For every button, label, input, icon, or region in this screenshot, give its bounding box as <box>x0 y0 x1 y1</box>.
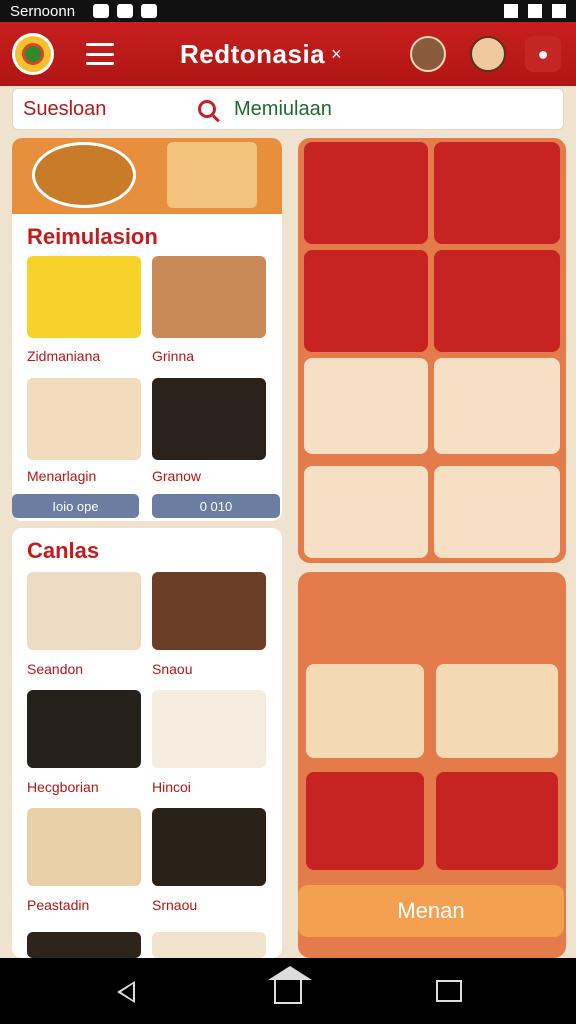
food-image[interactable] <box>152 378 266 460</box>
grid-cell[interactable] <box>304 466 428 558</box>
grid-cell[interactable] <box>434 142 560 244</box>
app-bar: Redtonasia × ● <box>0 22 576 86</box>
title-close-icon[interactable]: × <box>331 44 342 65</box>
price-button[interactable]: Ioio ope <box>12 494 139 518</box>
home-icon[interactable] <box>268 966 312 1004</box>
grid-cell[interactable] <box>434 466 560 558</box>
recommendation-card: Reimulasion Zidmaniana Grinna Menarlagin… <box>12 138 282 521</box>
food-image[interactable] <box>27 690 141 768</box>
app-icon <box>117 4 134 18</box>
diners-image <box>167 142 257 208</box>
food-label[interactable]: Srnaou <box>152 897 197 913</box>
grid-cell[interactable] <box>304 358 428 454</box>
grid-cell[interactable] <box>436 580 558 652</box>
food-image[interactable] <box>27 256 141 338</box>
menu-bar-line <box>86 52 114 56</box>
menu-bar-line <box>86 62 114 65</box>
search-input[interactable]: Memiulaan <box>234 98 332 121</box>
navigation-bar <box>0 958 576 1024</box>
section-title: Reimulasion <box>27 224 158 249</box>
food-image[interactable] <box>27 808 141 886</box>
food-image[interactable] <box>27 378 141 460</box>
food-label[interactable]: Zidmaniana <box>27 348 100 364</box>
food-label[interactable]: Hecgborian <box>27 779 99 795</box>
sync-icon <box>141 4 158 18</box>
grid-cell[interactable] <box>306 580 424 652</box>
notification-icon <box>93 4 110 18</box>
food-label[interactable]: Granow <box>152 468 201 484</box>
food-image[interactable] <box>27 932 141 958</box>
food-label[interactable]: Menarlagin <box>27 468 96 484</box>
food-label[interactable]: Peastadin <box>27 897 89 913</box>
food-image[interactable] <box>152 572 266 650</box>
grid-cell[interactable] <box>434 358 560 454</box>
grid-cell[interactable] <box>304 250 428 352</box>
logo-emblem <box>22 43 44 65</box>
profile-button[interactable]: ● <box>525 36 561 72</box>
grid-cell[interactable] <box>306 772 424 870</box>
search-icon[interactable] <box>198 100 216 118</box>
food-label[interactable]: Grinna <box>152 348 194 364</box>
noodle-dish-image <box>32 142 136 208</box>
menu-button[interactable] <box>86 43 114 65</box>
search-category-label[interactable]: Suesloan <box>23 98 198 121</box>
menu-grid-panel <box>298 138 566 563</box>
grid-cell[interactable] <box>436 664 558 758</box>
section-title: Canlas <box>27 538 100 563</box>
status-text: Sernoonn <box>10 2 76 20</box>
food-image[interactable] <box>152 932 266 958</box>
food-label[interactable]: Seandon <box>27 661 83 677</box>
grid-cell[interactable] <box>304 142 428 244</box>
search-bar[interactable]: Suesloan Memiulaan <box>12 88 564 130</box>
signal-icon <box>528 4 542 18</box>
categories-card: Canlas Seandon Snaou Hecgborian Hincoi P… <box>12 528 282 958</box>
food-label[interactable]: Snaou <box>152 661 192 677</box>
app-title: Redtonasia <box>180 38 326 69</box>
restaurant-image[interactable] <box>152 256 266 338</box>
menu-bar-line <box>86 43 114 46</box>
system-icons <box>504 4 566 18</box>
wifi-icon <box>504 4 518 18</box>
grid-cell[interactable] <box>436 772 558 870</box>
food-image[interactable] <box>152 808 266 886</box>
food-image[interactable] <box>152 690 266 768</box>
menu-button[interactable]: Menan <box>298 885 564 937</box>
food-label[interactable]: Hincoi <box>152 779 191 795</box>
back-icon[interactable] <box>117 981 135 1003</box>
woman-avatar[interactable] <box>410 36 446 72</box>
food-image[interactable] <box>27 572 141 650</box>
recent-apps-icon[interactable] <box>436 980 462 1002</box>
price-button[interactable]: 0 010 <box>152 494 280 518</box>
grid-cell[interactable] <box>306 664 424 758</box>
status-bar: Sernoonn <box>0 0 576 22</box>
grid-cell[interactable] <box>434 250 560 352</box>
man-avatar[interactable] <box>470 36 506 72</box>
app-logo <box>12 33 54 75</box>
hero-banner <box>12 138 282 214</box>
status-icons <box>93 4 158 18</box>
battery-icon <box>552 4 566 18</box>
